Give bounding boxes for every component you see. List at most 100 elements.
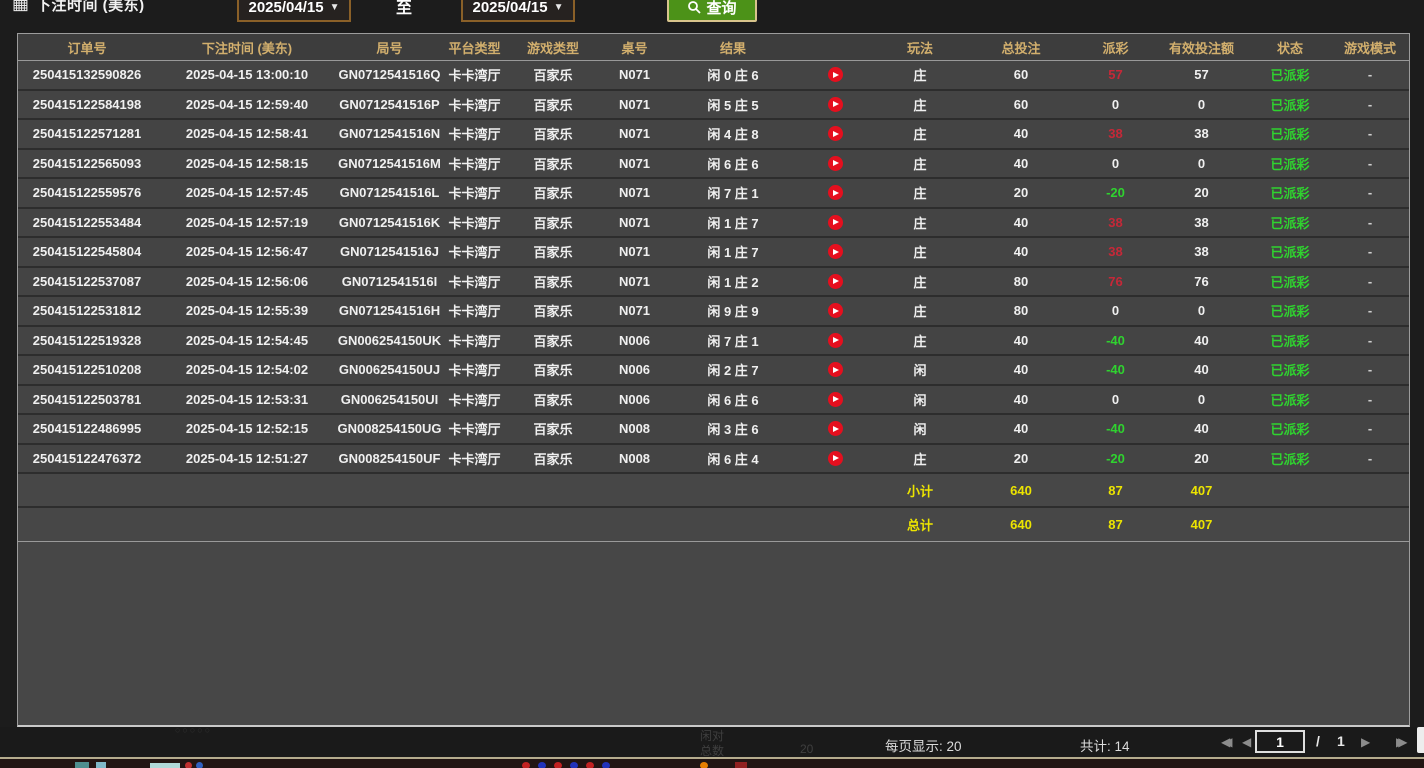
video-play-icon[interactable] [828, 67, 843, 82]
background-fragment [538, 762, 546, 768]
cell-game-type: 百家乐 [508, 297, 598, 325]
video-play-icon[interactable] [828, 274, 843, 289]
cell-valid-bet: 57 [1154, 61, 1249, 89]
table-row: 250415122486995 2025-04-15 12:52:15 GN00… [18, 415, 1409, 445]
cell-order-no: 250415122545804 [18, 238, 156, 266]
cell-payout: 38 [1077, 120, 1154, 148]
cell-bet-time: 2025-04-15 12:55:39 [156, 297, 338, 325]
cell-total-bet: 40 [965, 386, 1077, 414]
cell-total-bet: 40 [965, 415, 1077, 443]
cell-payout: -40 [1077, 327, 1154, 355]
table-row: 250415122531812 2025-04-15 12:55:39 GN07… [18, 297, 1409, 327]
cell-table-no: N006 [598, 327, 671, 355]
cell-table-no: N008 [598, 415, 671, 443]
cell-order-no: 250415122559576 [18, 179, 156, 207]
cell-play: 庄 [875, 179, 965, 207]
date-to-select[interactable]: 2025/04/15 ▼ [461, 0, 575, 22]
cell-total-bet: 40 [965, 120, 1077, 148]
cell-platform: 卡卡湾厅 [441, 150, 508, 178]
cell-payout: -20 [1077, 445, 1154, 473]
cell-order-no: 250415122553484 [18, 209, 156, 237]
cell-valid-bet: 0 [1154, 150, 1249, 178]
next-page-icon[interactable]: ▶ [1361, 735, 1370, 749]
cell-result: 闲 9 庄 9 [671, 297, 795, 325]
cell-bet-time: 2025-04-15 12:57:19 [156, 209, 338, 237]
subtotal-total-bet: 640 [965, 474, 1077, 506]
table-row: 250415122545804 2025-04-15 12:56:47 GN07… [18, 238, 1409, 268]
cell-payout: 38 [1077, 238, 1154, 266]
video-play-icon[interactable] [828, 421, 843, 436]
cell-game-mode: - [1331, 268, 1409, 296]
total-pages-label: 1 [1337, 733, 1345, 749]
video-play-icon[interactable] [828, 244, 843, 259]
cell-round-no: GN0712541516M [338, 150, 441, 178]
query-button-label: 查询 [706, 0, 736, 18]
cell-valid-bet: 0 [1154, 297, 1249, 325]
cell-replay [795, 445, 875, 473]
cell-replay [795, 209, 875, 237]
date-from-select[interactable]: 2025/04/15 ▼ [237, 0, 351, 22]
cell-game-type: 百家乐 [508, 415, 598, 443]
video-play-icon[interactable] [828, 215, 843, 230]
cell-game-mode: - [1331, 297, 1409, 325]
cell-game-mode: - [1331, 120, 1409, 148]
background-fragment [96, 762, 106, 768]
cell-table-no: N071 [598, 179, 671, 207]
cell-status: 已派彩 [1249, 179, 1331, 207]
video-play-icon[interactable] [828, 185, 843, 200]
cell-order-no: 250415122486995 [18, 415, 156, 443]
cell-game-mode: - [1331, 179, 1409, 207]
cell-game-type: 百家乐 [508, 356, 598, 384]
cell-replay [795, 91, 875, 119]
cell-valid-bet: 38 [1154, 209, 1249, 237]
cell-game-type: 百家乐 [508, 386, 598, 414]
cell-replay [795, 120, 875, 148]
video-play-icon[interactable] [828, 156, 843, 171]
page-input[interactable] [1255, 730, 1305, 753]
cell-total-bet: 40 [965, 356, 1077, 384]
cell-game-mode: - [1331, 386, 1409, 414]
cell-result: 闲 7 庄 1 [671, 179, 795, 207]
cell-result: 闲 6 庄 4 [671, 445, 795, 473]
prev-page-icon[interactable]: ◀ [1242, 735, 1251, 749]
cell-result: 闲 5 庄 5 [671, 91, 795, 119]
subtotal-payout: 87 [1077, 474, 1154, 506]
cell-replay [795, 268, 875, 296]
table-row: 250415122476372 2025-04-15 12:51:27 GN00… [18, 445, 1409, 475]
cell-platform: 卡卡湾厅 [441, 61, 508, 89]
video-play-icon[interactable] [828, 126, 843, 141]
video-play-icon[interactable] [828, 333, 843, 348]
last-page-icon[interactable]: ▶▶ [1396, 735, 1400, 749]
subtotal-valid-bet: 407 [1154, 474, 1249, 506]
cell-total-bet: 40 [965, 209, 1077, 237]
cell-platform: 卡卡湾厅 [441, 356, 508, 384]
video-play-icon[interactable] [828, 97, 843, 112]
cell-table-no: N071 [598, 297, 671, 325]
cell-bet-time: 2025-04-15 12:51:27 [156, 445, 338, 473]
table-row: 250415132590826 2025-04-15 13:00:10 GN07… [18, 61, 1409, 91]
query-button[interactable]: 查询 [667, 0, 757, 22]
cell-table-no: N071 [598, 238, 671, 266]
cell-platform: 卡卡湾厅 [441, 268, 508, 296]
cell-round-no: GN006254150UK [338, 327, 441, 355]
cell-platform: 卡卡湾厅 [441, 179, 508, 207]
cell-replay [795, 356, 875, 384]
cell-round-no: GN006254150UI [338, 386, 441, 414]
cell-play: 庄 [875, 61, 965, 89]
cell-bet-time: 2025-04-15 12:54:02 [156, 356, 338, 384]
cell-status: 已派彩 [1249, 356, 1331, 384]
grand-total-row: 总计 640 87 407 [18, 508, 1409, 542]
video-play-icon[interactable] [828, 362, 843, 377]
video-play-icon[interactable] [828, 303, 843, 318]
cell-result: 闲 1 庄 7 [671, 209, 795, 237]
video-play-icon[interactable] [828, 451, 843, 466]
page-separator: / [1316, 733, 1320, 749]
table-row: 250415122565093 2025-04-15 12:58:15 GN07… [18, 150, 1409, 180]
cell-order-no: 250415122537087 [18, 268, 156, 296]
cell-replay [795, 297, 875, 325]
cell-play: 闲 [875, 356, 965, 384]
video-play-icon[interactable] [828, 392, 843, 407]
col-game-type: 游戏类型 [508, 34, 598, 60]
first-page-icon[interactable]: ◀◀ [1221, 735, 1225, 749]
cell-round-no: GN008254150UF [338, 445, 441, 473]
